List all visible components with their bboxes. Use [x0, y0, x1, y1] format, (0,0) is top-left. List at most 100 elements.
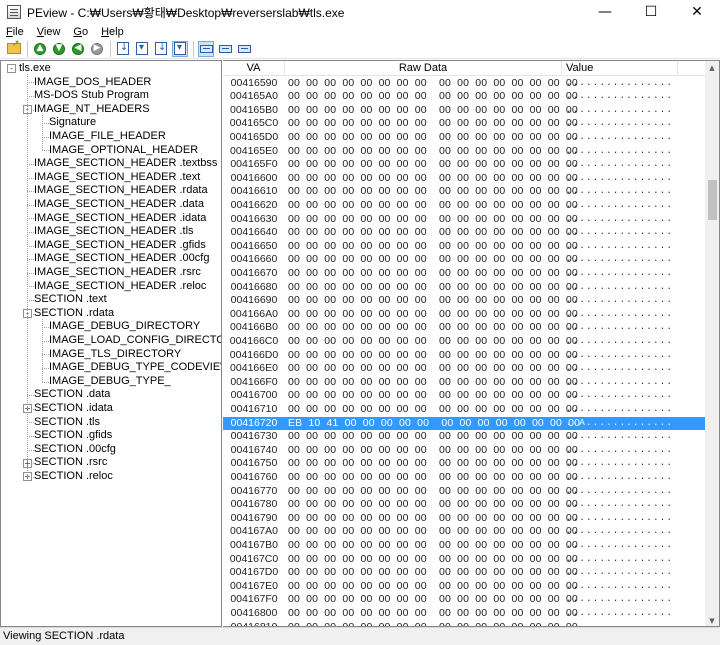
grid-row[interactable]: 00416590 00 00 00 00 00 00 00 00 00 00 00…: [223, 77, 705, 91]
grid-row[interactable]: 00416750 00 00 00 00 00 00 00 00 00 00 00…: [223, 457, 705, 471]
grid-row[interactable]: 004166D0 00 00 00 00 00 00 00 00 00 00 00…: [223, 349, 705, 363]
grid-row[interactable]: 00416780 00 00 00 00 00 00 00 00 00 00 00…: [223, 498, 705, 512]
tree-node[interactable]: IMAGE_DEBUG_TYPE_: [49, 375, 171, 389]
grid-row[interactable]: 004165A0 00 00 00 00 00 00 00 00 00 00 00…: [223, 90, 705, 104]
view-word-button[interactable]: [134, 41, 150, 57]
grid-row[interactable]: 004165D0 00 00 00 00 00 00 00 00 00 00 00…: [223, 131, 705, 145]
tree-node[interactable]: IMAGE_SECTION_HEADER .gfids: [34, 239, 206, 253]
tree-node[interactable]: IMAGE_LOAD_CONFIG_DIRECTORY: [49, 334, 221, 348]
close-button[interactable]: ✕: [674, 0, 720, 24]
grid-row-selected[interactable]: 00416720 EB 10 41 00 00 00 00 00 00 00 00…: [223, 416, 705, 431]
grid-row[interactable]: 004166A0 00 00 00 00 00 00 00 00 00 00 00…: [223, 308, 705, 322]
tree-node[interactable]: SECTION .reloc: [34, 470, 113, 484]
tree-node[interactable]: IMAGE_SECTION_HEADER .tls: [34, 225, 194, 239]
tree-node[interactable]: MS-DOS Stub Program: [34, 89, 149, 103]
menu-go[interactable]: Go: [67, 26, 95, 38]
tree-node[interactable]: SECTION .data: [34, 388, 110, 402]
scroll-thumb[interactable]: [708, 179, 717, 220]
view-byte-button[interactable]: [115, 41, 131, 57]
vertical-scrollbar[interactable]: ▲ ▼: [705, 61, 719, 626]
column-header-va[interactable]: VA: [223, 61, 285, 76]
go-forward-button[interactable]: ▶: [89, 41, 105, 57]
grid-row[interactable]: 00416690 00 00 00 00 00 00 00 00 00 00 00…: [223, 294, 705, 308]
tree-node[interactable]: IMAGE_SECTION_HEADER .idata: [34, 212, 206, 226]
grid-row[interactable]: 004165C0 00 00 00 00 00 00 00 00 00 00 00…: [223, 117, 705, 131]
go-back-button[interactable]: ◀: [70, 41, 86, 57]
grid-row[interactable]: 004167D0 00 00 00 00 00 00 00 00 00 00 00…: [223, 566, 705, 580]
grid-row[interactable]: 004165B0 00 00 00 00 00 00 00 00 00 00 00…: [223, 104, 705, 118]
grid-row[interactable]: 004166F0 00 00 00 00 00 00 00 00 00 00 00…: [223, 376, 705, 390]
tree-node[interactable]: Signature: [49, 116, 96, 130]
grid-row[interactable]: 004167C0 00 00 00 00 00 00 00 00 00 00 00…: [223, 553, 705, 567]
grid-row[interactable]: 00416660 00 00 00 00 00 00 00 00 00 00 00…: [223, 253, 705, 267]
tree-node[interactable]: IMAGE_SECTION_HEADER .rsrc: [34, 266, 201, 280]
scroll-down-button[interactable]: ▼: [705, 614, 719, 626]
tree-node[interactable]: IMAGE_SECTION_HEADER .data: [34, 198, 204, 212]
grid-row[interactable]: 004167F0 00 00 00 00 00 00 00 00 00 00 00…: [223, 593, 705, 607]
tree-node[interactable]: IMAGE_TLS_DIRECTORY: [49, 348, 181, 362]
go-up-button[interactable]: ▲: [32, 41, 48, 57]
grid-row[interactable]: 00416760 00 00 00 00 00 00 00 00 00 00 00…: [223, 471, 705, 485]
grid-row[interactable]: 004166C0 00 00 00 00 00 00 00 00 00 00 00…: [223, 335, 705, 349]
tree-node[interactable]: IMAGE_SECTION_HEADER .text: [34, 171, 200, 185]
grid-row[interactable]: 00416640 00 00 00 00 00 00 00 00 00 00 00…: [223, 226, 705, 240]
grid-row[interactable]: 00416740 00 00 00 00 00 00 00 00 00 00 00…: [223, 444, 705, 458]
tree-node[interactable]: SECTION .idata: [34, 402, 113, 416]
tree-node[interactable]: IMAGE_FILE_HEADER: [49, 130, 166, 144]
menu-view[interactable]: View: [31, 26, 68, 38]
tree-node[interactable]: SECTION .gfids: [34, 429, 112, 443]
grid-row[interactable]: 00416730 00 00 00 00 00 00 00 00 00 00 00…: [223, 430, 705, 444]
layout-narrow-button[interactable]: [236, 41, 252, 57]
grid-row[interactable]: 004166B0 00 00 00 00 00 00 00 00 00 00 00…: [223, 321, 705, 335]
grid-row[interactable]: 00416620 00 00 00 00 00 00 00 00 00 00 00…: [223, 199, 705, 213]
view-dword-button[interactable]: [153, 41, 169, 57]
grid-row[interactable]: 00416700 00 00 00 00 00 00 00 00 00 00 00…: [223, 389, 705, 403]
grid-row[interactable]: 004167E0 00 00 00 00 00 00 00 00 00 00 00…: [223, 580, 705, 594]
menu-help[interactable]: Help: [95, 26, 131, 38]
go-down-button[interactable]: ▼: [51, 41, 67, 57]
grid-row[interactable]: 00416610 00 00 00 00 00 00 00 00 00 00 00…: [223, 185, 705, 199]
menu-file[interactable]: File: [0, 26, 31, 38]
grid-row[interactable]: 004167A0 00 00 00 00 00 00 00 00 00 00 00…: [223, 525, 705, 539]
collapse-toggle-icon[interactable]: -: [7, 64, 16, 74]
structure-tree[interactable]: tls.exe - IMAGE_DOS_HEADER MS-DOS Stub Prog…: [0, 60, 222, 627]
maximize-button[interactable]: ☐: [628, 0, 674, 24]
grid-row[interactable]: 00416710 00 00 00 00 00 00 00 00 00 00 00…: [223, 403, 705, 417]
tree-node[interactable]: IMAGE_DEBUG_TYPE_CODEVIEW: [49, 361, 221, 375]
grid-row[interactable]: 004165E0 00 00 00 00 00 00 00 00 00 00 00…: [223, 145, 705, 159]
tree-node[interactable]: IMAGE_DEBUG_DIRECTORY: [49, 320, 200, 334]
tree-node[interactable]: IMAGE_SECTION_HEADER .textbss: [34, 157, 217, 171]
grid-row[interactable]: 00416630 00 00 00 00 00 00 00 00 00 00 00…: [223, 213, 705, 227]
tree-node[interactable]: SECTION .text: [34, 293, 107, 307]
tree-node[interactable]: tls.exe: [19, 62, 51, 76]
tree-node[interactable]: SECTION .00cfg: [34, 443, 116, 457]
tree-node[interactable]: IMAGE_SECTION_HEADER .reloc: [34, 280, 206, 294]
tree-node[interactable]: IMAGE_DOS_HEADER: [34, 76, 151, 90]
grid-row[interactable]: 004167B0 00 00 00 00 00 00 00 00 00 00 00…: [223, 539, 705, 553]
grid-row[interactable]: 004166E0 00 00 00 00 00 00 00 00 00 00 00…: [223, 362, 705, 376]
open-file-button[interactable]: [6, 39, 22, 57]
tree-node[interactable]: IMAGE_OPTIONAL_HEADER: [49, 144, 198, 158]
tree-node[interactable]: SECTION .rsrc: [34, 456, 107, 470]
grid-row[interactable]: 00416670 00 00 00 00 00 00 00 00 00 00 00…: [223, 267, 705, 281]
grid-row[interactable]: 00416770 00 00 00 00 00 00 00 00 00 00 00…: [223, 485, 705, 499]
tree-node[interactable]: IMAGE_SECTION_HEADER .00cfg: [34, 252, 209, 266]
grid-row[interactable]: 00416650 00 00 00 00 00 00 00 00 00 00 00…: [223, 240, 705, 254]
column-header-raw-data[interactable]: Raw Data: [285, 61, 562, 76]
grid-row[interactable]: 004165F0 00 00 00 00 00 00 00 00 00 00 00…: [223, 158, 705, 172]
grid-cell-value: ................: [566, 594, 674, 605]
minimize-button[interactable]: —: [582, 0, 628, 24]
view-hex-button[interactable]: [172, 40, 188, 57]
grid-row[interactable]: 00416600 00 00 00 00 00 00 00 00 00 00 00…: [223, 172, 705, 186]
scroll-up-button[interactable]: ▲: [705, 61, 719, 75]
grid-row[interactable]: 00416800 00 00 00 00 00 00 00 00 00 00 00…: [223, 607, 705, 621]
tree-node[interactable]: SECTION .tls: [34, 416, 100, 430]
tree-node[interactable]: IMAGE_NT_HEADERS: [34, 103, 150, 117]
tree-node[interactable]: SECTION .rdata: [34, 307, 114, 321]
tree-node[interactable]: IMAGE_SECTION_HEADER .rdata: [34, 184, 208, 198]
grid-row[interactable]: 00416790 00 00 00 00 00 00 00 00 00 00 00…: [223, 512, 705, 526]
layout-medium-button[interactable]: [217, 41, 233, 57]
grid-row[interactable]: 00416680 00 00 00 00 00 00 00 00 00 00 00…: [223, 281, 705, 295]
layout-wide-button[interactable]: [198, 40, 214, 57]
column-header-value[interactable]: Value: [562, 61, 678, 76]
